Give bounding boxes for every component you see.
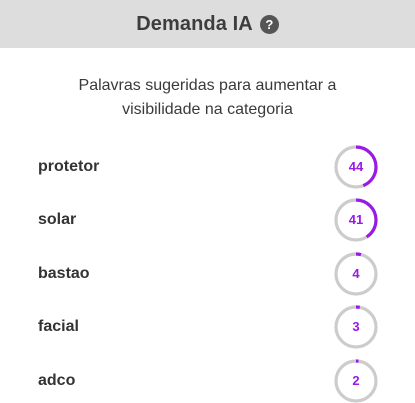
panel-subtitle: Palavras sugeridas para aumentar a visib…: [78, 77, 337, 118]
panel-header: Demanda IA ?: [0, 0, 415, 48]
keyword-score-value: 41: [348, 212, 364, 228]
keyword-label: protetor: [38, 157, 100, 175]
keyword-list: protetor 44 solar 41 bastao 4 facial 3 a…: [0, 140, 415, 403]
panel-title: Demanda IA: [136, 12, 253, 35]
keyword-row: adco 2: [0, 354, 415, 403]
keyword-label: facial: [38, 318, 79, 336]
keyword-row: bastao 4: [0, 247, 415, 301]
keyword-score-gauge: 2: [333, 358, 379, 403]
keyword-row: protetor 44: [0, 140, 415, 194]
demanda-ia-panel: Demanda IA ? Palavras sugeridas para aum…: [0, 0, 415, 403]
keyword-row: solar 41: [0, 194, 415, 248]
keyword-row: facial 3: [0, 301, 415, 355]
keyword-score-value: 2: [352, 372, 360, 388]
question-circle-icon[interactable]: ?: [259, 14, 279, 34]
keyword-score-gauge: 3: [333, 304, 379, 350]
keyword-label: bastao: [38, 264, 90, 282]
keyword-label: adco: [38, 371, 76, 389]
keyword-score-value: 3: [352, 319, 360, 335]
keyword-score-gauge: 4: [333, 251, 379, 297]
keyword-score-gauge: 41: [333, 197, 379, 243]
keyword-label: solar: [38, 211, 77, 229]
keyword-score-value: 44: [348, 158, 364, 174]
keyword-score-value: 4: [352, 265, 360, 281]
keyword-score-gauge: 44: [333, 144, 379, 190]
